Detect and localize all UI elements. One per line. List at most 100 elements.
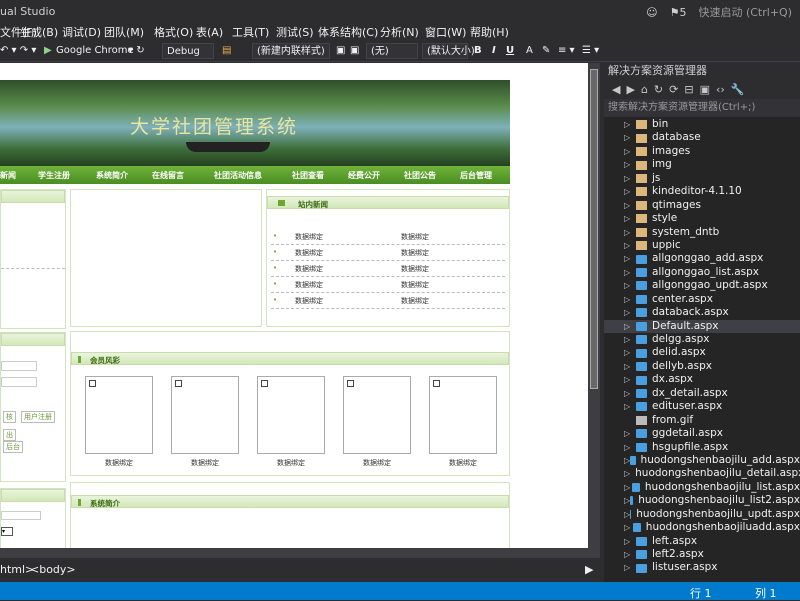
tree-folder[interactable]: ▷ system_dntb bbox=[604, 226, 800, 239]
align-icon[interactable]: ≡ ▾ bbox=[558, 43, 575, 59]
expand-arrow-icon[interactable]: ▷ bbox=[624, 481, 632, 494]
show-all-icon[interactable]: ▣ bbox=[700, 83, 710, 96]
expand-arrow-icon[interactable]: ▷ bbox=[624, 548, 636, 561]
play-icon[interactable]: ▶ bbox=[44, 43, 52, 59]
expand-arrow-icon[interactable]: ▷ bbox=[624, 535, 636, 548]
expand-arrow-icon[interactable]: ▷ bbox=[624, 131, 636, 144]
expand-arrow-icon[interactable]: ▷ bbox=[624, 145, 636, 158]
tree-file[interactable]: ▷ edituser.aspx bbox=[604, 400, 800, 413]
tree-folder[interactable]: ▷ qtimages bbox=[604, 199, 800, 212]
tree-folder[interactable]: ▷ style bbox=[604, 212, 800, 225]
tree-folder[interactable]: ▷ uppic bbox=[604, 239, 800, 252]
expand-arrow-icon[interactable]: ▷ bbox=[624, 226, 636, 239]
nav-link[interactable]: 在线留言 bbox=[152, 170, 184, 181]
tree-file[interactable]: ▷ allgonggao_add.aspx bbox=[604, 252, 800, 265]
tree-folder[interactable]: ▷ kindeditor-4.1.10 bbox=[604, 185, 800, 198]
nav-link[interactable]: 社团查看 bbox=[292, 170, 324, 181]
feedback-icon[interactable]: ☺ bbox=[646, 6, 657, 19]
news-item[interactable]: 数据绑定 bbox=[295, 296, 323, 306]
nav-link[interactable]: 系统简介 bbox=[96, 170, 128, 181]
tree-file[interactable]: ▷ dx_detail.aspx bbox=[604, 387, 800, 400]
nav-link[interactable]: 社团公告 bbox=[404, 170, 436, 181]
member-photo[interactable] bbox=[429, 376, 497, 454]
news-item[interactable]: 数据绑定 bbox=[401, 248, 429, 258]
nav-link[interactable]: 后台管理 bbox=[460, 170, 492, 181]
tree-file[interactable]: ▷ huodongshenbaojilu_detail.aspx bbox=[604, 467, 800, 480]
back-icon[interactable]: ◀ bbox=[612, 83, 620, 96]
font-color-icon[interactable]: A bbox=[526, 43, 533, 59]
menu-item[interactable]: 分析(N) bbox=[380, 22, 419, 40]
menu-item[interactable]: 体系结构(C) bbox=[318, 22, 378, 40]
expand-arrow-icon[interactable]: ▷ bbox=[624, 427, 636, 440]
editor-vertical-scrollbar[interactable] bbox=[588, 63, 600, 548]
underline-button[interactable]: U bbox=[506, 43, 514, 59]
chevron-down-icon[interactable]: ▾ ↻ bbox=[128, 43, 145, 59]
member-photo[interactable] bbox=[171, 376, 239, 454]
target-rule-icon[interactable]: ▣ bbox=[350, 43, 359, 59]
tree-file[interactable]: ▷ huodongshenbaojilu_list.aspx bbox=[604, 481, 800, 494]
expand-arrow-icon[interactable]: ▷ bbox=[624, 561, 636, 574]
news-item[interactable]: 数据绑定 bbox=[401, 296, 429, 306]
tree-folder[interactable]: ▷ img bbox=[604, 158, 800, 171]
expand-arrow-icon[interactable]: ▷ bbox=[624, 266, 636, 279]
member-photo[interactable] bbox=[257, 376, 325, 454]
refresh-icon[interactable]: ⟳ bbox=[669, 83, 678, 96]
tree-file[interactable]: ▷ left.aspx bbox=[604, 535, 800, 548]
news-item[interactable]: 数据绑定 bbox=[295, 264, 323, 274]
tree-file[interactable]: ▷from.gif bbox=[604, 414, 800, 427]
nav-link[interactable]: 社团活动信息 bbox=[214, 170, 262, 181]
menu-item[interactable]: 帮助(H) bbox=[470, 22, 509, 40]
editor-horizontal-scrollbar[interactable] bbox=[0, 548, 600, 558]
tree-file[interactable]: ▷ huodongshenbaojilu_list2.aspx bbox=[604, 494, 800, 507]
menu-item[interactable]: 工具(T) bbox=[232, 22, 269, 40]
username-field[interactable] bbox=[1, 361, 37, 371]
tree-file[interactable]: ▷ dellyb.aspx bbox=[604, 360, 800, 373]
expand-arrow-icon[interactable]: ▷ bbox=[624, 252, 636, 265]
tree-file[interactable]: ▷ allgonggao_list.aspx bbox=[604, 266, 800, 279]
expand-arrow-icon[interactable]: ▷ bbox=[624, 293, 636, 306]
menu-item[interactable]: 团队(M) bbox=[104, 22, 144, 40]
expand-arrow-icon[interactable]: ▷ bbox=[624, 320, 636, 333]
quick-launch-input[interactable]: 快速启动 (Ctrl+Q) bbox=[698, 4, 792, 20]
news-item[interactable]: 数据绑定 bbox=[401, 264, 429, 274]
style-selector[interactable]: (新建内联样式) bbox=[252, 43, 330, 59]
member-photo[interactable] bbox=[85, 376, 153, 454]
expand-arrow-icon[interactable]: ▷ bbox=[624, 306, 636, 319]
news-item[interactable]: 数据绑定 bbox=[401, 232, 429, 242]
nav-link[interactable]: 经费公开 bbox=[348, 170, 380, 181]
home-icon[interactable]: ⌂ bbox=[641, 83, 648, 96]
tree-folder[interactable]: ▷ bin bbox=[604, 118, 800, 131]
menu-item[interactable]: 格式(O) bbox=[154, 22, 193, 40]
admin-button[interactable]: 后台 bbox=[3, 441, 23, 453]
solution-search-input[interactable]: 搜索解决方案资源管理器(Ctrl+;) bbox=[604, 99, 800, 117]
menu-item[interactable]: 生成(B) bbox=[20, 22, 58, 40]
menu-item[interactable]: 表(A) bbox=[196, 22, 223, 40]
expand-arrow-icon[interactable]: ▷ bbox=[624, 199, 636, 212]
menu-item[interactable]: 窗口(W) bbox=[425, 22, 466, 40]
expand-arrow-icon[interactable]: ▷ bbox=[624, 118, 636, 131]
news-item[interactable]: 数据绑定 bbox=[401, 280, 429, 290]
expand-arrow-icon[interactable]: ▷ bbox=[624, 279, 636, 292]
tree-file[interactable]: ▷ ggdetail.aspx bbox=[604, 427, 800, 440]
member-photo[interactable] bbox=[343, 376, 411, 454]
menu-item[interactable]: 调试(D) bbox=[62, 22, 101, 40]
tree-folder[interactable]: ▷ database bbox=[604, 131, 800, 144]
expand-arrow-icon[interactable]: ▷ bbox=[624, 521, 633, 534]
code-view-icon[interactable]: ‹› bbox=[716, 83, 725, 96]
expand-arrow-icon[interactable]: ▷ bbox=[624, 333, 636, 346]
expand-arrow-icon[interactable]: ▷ bbox=[624, 441, 636, 454]
font-size-selector[interactable]: (默认大小) bbox=[422, 43, 475, 59]
expand-arrow-icon[interactable]: ▷ bbox=[624, 185, 636, 198]
expand-arrow-icon[interactable]: ▷ bbox=[624, 400, 636, 413]
tree-file[interactable]: ▷ dx.aspx bbox=[604, 373, 800, 386]
nav-link[interactable]: 学生注册 bbox=[38, 170, 70, 181]
highlight-icon[interactable]: ✎ bbox=[542, 43, 550, 59]
browser-selector[interactable]: Google Chrome bbox=[56, 43, 134, 59]
style-app-icon[interactable]: ▣ bbox=[336, 43, 345, 59]
news-item[interactable]: 数据绑定 bbox=[295, 280, 323, 290]
expand-arrow-icon[interactable]: ▷ bbox=[624, 467, 630, 480]
tree-folder[interactable]: ▷ js bbox=[604, 172, 800, 185]
tree-file[interactable]: ▷ delid.aspx bbox=[604, 346, 800, 359]
expand-arrow-icon[interactable]: ▷ bbox=[624, 239, 636, 252]
expand-arrow-icon[interactable]: ▷ bbox=[624, 373, 636, 386]
